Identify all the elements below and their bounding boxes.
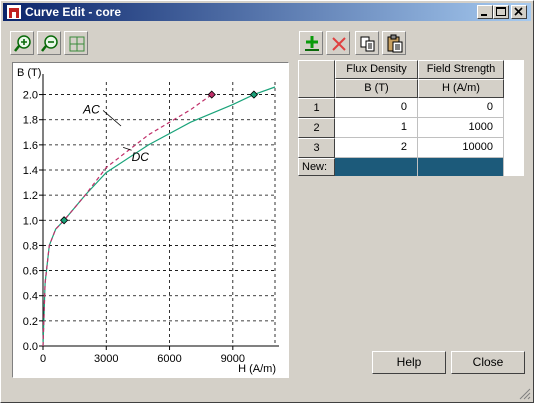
cell-field-strength[interactable]: 0 [418, 98, 504, 118]
x-tick-label: 6000 [157, 353, 181, 365]
paste-button[interactable] [382, 31, 406, 55]
col-header-field-strength[interactable]: Field Strength [418, 60, 504, 79]
resize-grip-icon[interactable] [518, 387, 532, 401]
copy-button[interactable] [355, 31, 379, 55]
close-button[interactable]: Close [451, 351, 525, 374]
data-point-marker [249, 90, 259, 99]
y-tick-label: 1.6 [23, 140, 38, 152]
zoom-in-button[interactable] [10, 31, 34, 55]
cell-flux-density[interactable]: 1 [335, 118, 418, 138]
bh-curve-chart[interactable]: 0.0 0.2 0.4 0.6 0.8 1.0 1.2 1.4 1.6 1.8 2.0 0 3000 60… [12, 62, 289, 378]
bh-data-table: Flux Density Field Strength B (T) H (A/m… [298, 60, 524, 376]
x-tick-label: 0 [40, 353, 46, 365]
zoom-in-icon [14, 35, 31, 52]
y-tick-label: 0.2 [23, 316, 38, 328]
annotation-ac: AC [82, 102, 100, 116]
minimize-button[interactable] [477, 5, 493, 19]
help-button[interactable]: Help [372, 351, 446, 374]
delete-row-button[interactable] [326, 31, 350, 55]
cell-field-strength[interactable]: 1000 [418, 118, 504, 138]
close-icon [514, 7, 523, 16]
delete-row-icon [332, 37, 346, 51]
minimize-icon [481, 14, 487, 16]
maximize-icon [496, 7, 506, 16]
y-tick-label: 0.8 [23, 240, 38, 252]
maximize-button[interactable] [493, 5, 509, 19]
add-row-button[interactable] [299, 31, 323, 55]
paste-icon [387, 34, 403, 53]
chart-svg: 0.0 0.2 0.4 0.6 0.8 1.0 1.2 1.4 1.6 1.8 2.0 0 3000 60… [17, 67, 279, 375]
cell-flux-density[interactable]: 2 [335, 138, 418, 158]
annotation-dc: DC [132, 150, 150, 164]
y-tick-label: 1.4 [23, 165, 38, 177]
y-tick-label: 1.0 [23, 215, 38, 227]
y-tick-label: 0.6 [23, 266, 38, 278]
series-line-dc [42, 86, 276, 347]
cell-field-strength[interactable]: 10000 [418, 138, 504, 158]
close-window-button[interactable] [511, 5, 527, 19]
title-bar[interactable]: Curve Edit - core [3, 3, 531, 21]
y-tick-label: 0.0 [23, 341, 38, 353]
row-number[interactable]: 3 [298, 138, 335, 158]
table-empty-area [504, 60, 524, 176]
y-tick-label: 1.2 [23, 190, 38, 202]
new-row-label: New: [298, 158, 335, 176]
row-number[interactable]: 2 [298, 118, 335, 138]
y-axis-label: B (T) [17, 67, 41, 79]
y-tick-label: 2.0 [23, 90, 38, 102]
new-cell-flux-density[interactable] [335, 158, 418, 176]
zoom-fit-icon [69, 36, 85, 52]
zoom-fit-button[interactable] [64, 31, 88, 55]
col-unit-field-strength: H (A/m) [418, 79, 504, 98]
cell-flux-density[interactable]: 0 [335, 98, 418, 118]
x-axis-label: H (A/m) [238, 363, 276, 375]
y-tick-label: 1.8 [23, 115, 38, 127]
y-tick-label: 0.4 [23, 291, 38, 303]
table-corner [298, 60, 335, 98]
row-number[interactable]: 1 [298, 98, 335, 118]
annotation-dc-leader [123, 146, 132, 151]
col-unit-flux-density: B (T) [335, 79, 418, 98]
app-icon [7, 5, 21, 19]
annotation-ac-leader [102, 110, 122, 127]
window-title: Curve Edit - core [25, 5, 122, 19]
zoom-out-button[interactable] [37, 31, 61, 55]
curve-edit-window: Curve Edit - core 0.0 0.2 0.4 0.6 0.8 1.… [0, 0, 534, 403]
new-cell-field-strength[interactable] [418, 158, 504, 176]
col-header-flux-density[interactable]: Flux Density [335, 60, 418, 79]
x-tick-label: 3000 [94, 353, 118, 365]
add-row-icon [305, 36, 319, 51]
copy-icon [360, 36, 375, 52]
zoom-out-icon [41, 35, 58, 52]
